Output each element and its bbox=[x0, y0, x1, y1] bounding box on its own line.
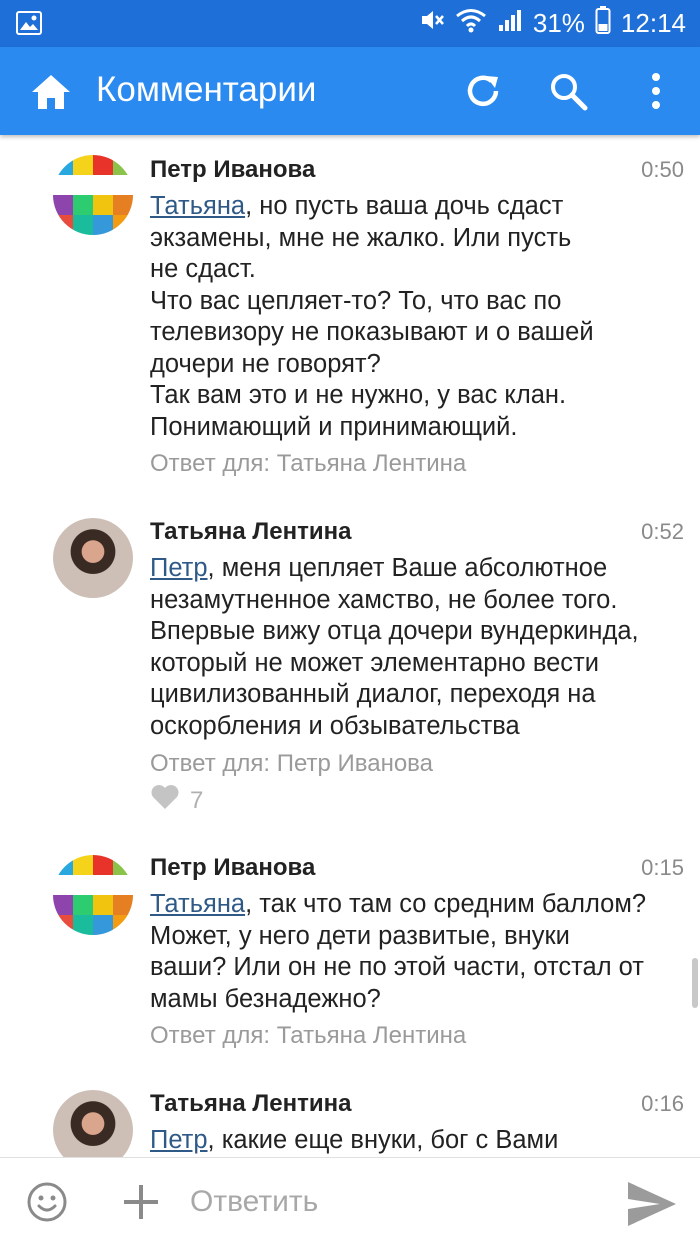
avatar[interactable] bbox=[53, 1090, 133, 1157]
mention-link[interactable]: Петр bbox=[150, 554, 208, 582]
reply-to-label[interactable]: Ответ для: Татьяна Лентина bbox=[150, 1021, 466, 1051]
like-button[interactable]: 7 bbox=[150, 784, 203, 817]
comment-text: Петр, какие еще внуки, бог с Вами bbox=[150, 1125, 690, 1157]
comment-time: 0:52 bbox=[641, 519, 684, 544]
avatar[interactable] bbox=[53, 155, 133, 235]
refresh-icon[interactable] bbox=[460, 68, 506, 114]
comment-time: 0:15 bbox=[641, 855, 684, 880]
comment-text: Татьяна, но пусть ваша дочь сдаст экзаме… bbox=[150, 191, 690, 443]
like-count: 7 bbox=[190, 786, 204, 814]
status-bar: 31% 12:14 bbox=[0, 0, 700, 47]
mention-link[interactable]: Татьяна bbox=[150, 890, 245, 918]
gallery-icon bbox=[16, 11, 42, 40]
avatar[interactable] bbox=[53, 855, 133, 935]
comments-list[interactable]: Петр Иванова 0:50 Татьяна, но пусть ваша… bbox=[0, 135, 700, 1157]
reply-bar bbox=[0, 1157, 700, 1245]
mute-icon bbox=[419, 7, 445, 40]
search-icon[interactable] bbox=[545, 68, 591, 114]
battery-percent: 31% bbox=[532, 8, 585, 38]
signal-icon bbox=[497, 7, 523, 40]
comment-time: 0:50 bbox=[641, 157, 684, 182]
heart-icon bbox=[150, 784, 180, 817]
mention-link[interactable]: Петр bbox=[150, 1126, 208, 1154]
clock: 12:14 bbox=[620, 8, 686, 38]
send-icon[interactable] bbox=[626, 1180, 678, 1228]
reply-input[interactable] bbox=[190, 1178, 600, 1226]
app-bar: Комментарии bbox=[0, 47, 700, 135]
reply-to-label[interactable]: Ответ для: Петр Иванова bbox=[150, 749, 433, 779]
plus-icon[interactable] bbox=[121, 1182, 161, 1222]
reply-to-label[interactable]: Ответ для: Татьяна Лентина bbox=[150, 449, 466, 479]
comment-time: 0:16 bbox=[641, 1091, 684, 1116]
comment-author[interactable]: Татьяна Лентина bbox=[150, 517, 351, 547]
emoji-icon[interactable] bbox=[26, 1181, 68, 1223]
comment-body: , какие еще внуки, бог с Вами bbox=[207, 1126, 559, 1154]
comment-text: Петр, меня цепляет Ваше абсолютное незам… bbox=[150, 553, 690, 742]
comment-author[interactable]: Петр Иванова bbox=[150, 853, 315, 883]
more-vert-icon[interactable] bbox=[633, 68, 679, 114]
comment-body: , меня цепляет Ваше абсолютное незамутне… bbox=[150, 554, 639, 740]
page-title: Комментарии bbox=[96, 70, 317, 109]
mention-link[interactable]: Татьяна bbox=[150, 192, 245, 220]
comment-body: , но пусть ваша дочь сдаст экзамены, мне… bbox=[150, 192, 594, 441]
home-icon[interactable] bbox=[28, 69, 74, 115]
wifi-icon bbox=[455, 7, 487, 40]
comment-text: Татьяна, так что там со средним баллом? … bbox=[150, 889, 690, 1015]
battery-icon bbox=[595, 6, 611, 41]
avatar[interactable] bbox=[53, 518, 133, 598]
comment-author[interactable]: Татьяна Лентина bbox=[150, 1089, 351, 1119]
scrollbar[interactable] bbox=[692, 958, 698, 1008]
comment-author[interactable]: Петр Иванова bbox=[150, 155, 315, 185]
